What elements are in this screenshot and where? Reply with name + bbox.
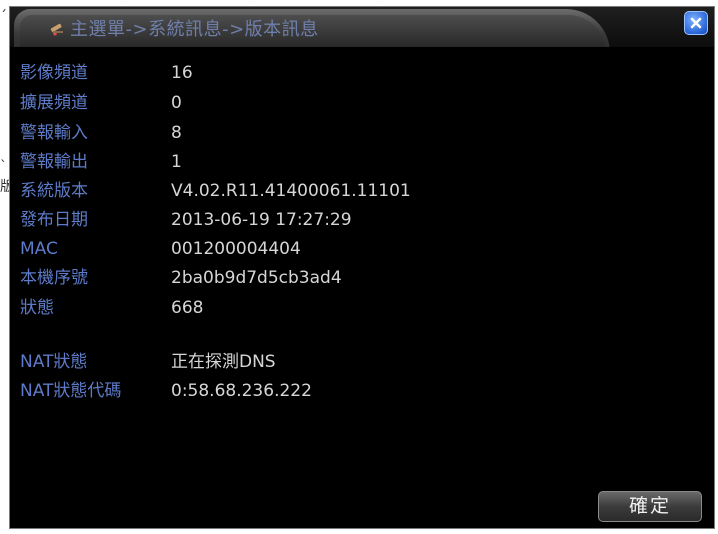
close-button[interactable] <box>684 11 708 35</box>
info-label: 影像頻道 <box>20 63 88 83</box>
info-row-alarm-output: 警報輸出 1 <box>20 150 704 175</box>
close-x-icon <box>690 17 702 29</box>
info-row-release-date: 發布日期 2013-06-19 17:27:29 <box>20 208 704 233</box>
info-label: MAC <box>20 239 58 259</box>
info-row-alarm-input: 警報輸入 8 <box>20 121 704 146</box>
info-label: 警報輸入 <box>20 123 88 143</box>
nat-row-status-code: NAT狀態代碼 0:58.68.236.222 <box>20 379 704 404</box>
background-fragment: ˋ <box>0 159 7 175</box>
info-label: 系統版本 <box>20 181 88 201</box>
info-label: 擴展頻道 <box>20 93 88 113</box>
background-fragment: ˊ <box>0 9 7 25</box>
info-label: 警報輸出 <box>20 152 88 172</box>
info-value: 2013-06-19 17:27:29 <box>171 210 352 230</box>
info-value: 668 <box>171 298 204 318</box>
nat-value: 正在探測DNS <box>171 352 276 372</box>
info-value: 2ba0b9d7d5cb3ad4 <box>171 268 342 288</box>
info-value: 8 <box>171 123 182 143</box>
title-bar: 主選單->系統訊息->版本訊息 <box>10 7 714 47</box>
info-row-status: 狀態 668 <box>20 296 704 321</box>
screen: ˊ ˋ 版 主選單->系統訊息->版本訊息 影像頻道 16 擴展頻道 0 警報輸… <box>0 0 718 534</box>
info-value: 0 <box>171 93 182 113</box>
info-row-mac: MAC 001200004404 <box>20 237 704 262</box>
dialog-title: 主選單->系統訊息->版本訊息 <box>70 19 319 40</box>
edit-pencil-icon <box>50 20 66 36</box>
info-row-video-channels: 影像頻道 16 <box>20 61 704 86</box>
info-value: V4.02.R11.41400061.11101 <box>171 181 411 201</box>
nat-label: NAT狀態 <box>20 352 88 372</box>
info-value: 001200004404 <box>171 239 301 259</box>
info-label: 發布日期 <box>20 210 88 230</box>
nat-value: 0:58.68.236.222 <box>171 381 312 401</box>
ok-button[interactable]: 確定 <box>598 491 702 522</box>
nat-label: NAT狀態代碼 <box>20 381 122 401</box>
info-label: 狀態 <box>20 298 54 318</box>
info-row-system-version: 系統版本 V4.02.R11.41400061.11101 <box>20 179 704 204</box>
info-value: 16 <box>171 63 193 83</box>
info-value: 1 <box>171 152 182 172</box>
nat-row-status: NAT狀態 正在探測DNS <box>20 350 704 375</box>
info-label: 本機序號 <box>20 268 88 288</box>
info-row-serial-number: 本機序號 2ba0b9d7d5cb3ad4 <box>20 266 704 291</box>
version-info-dialog: 主選單->系統訊息->版本訊息 影像頻道 16 擴展頻道 0 警報輸入 8 警報… <box>9 6 715 529</box>
info-row-extra-channels: 擴展頻道 0 <box>20 91 704 116</box>
